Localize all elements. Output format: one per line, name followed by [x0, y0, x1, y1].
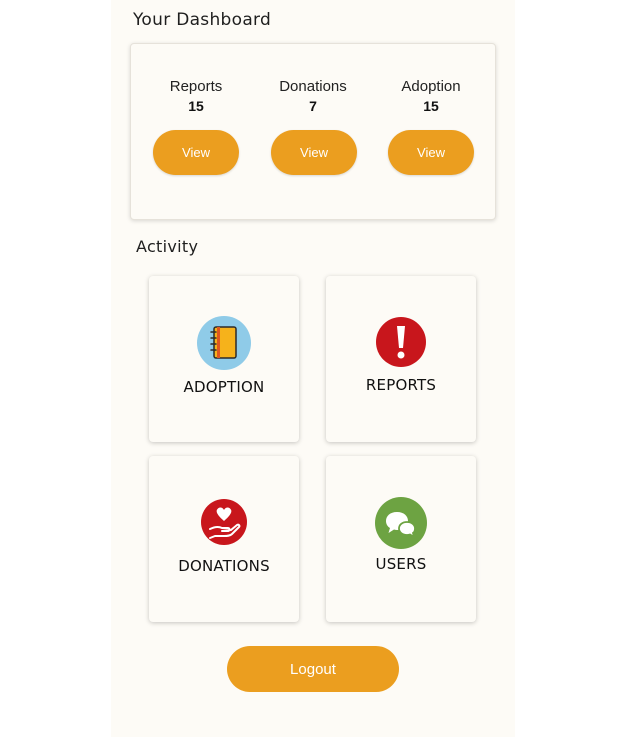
tile-label: DONATIONS [178, 557, 270, 575]
view-adoption-button[interactable]: View [388, 130, 474, 175]
dashboard-title: Your Dashboard [133, 10, 272, 30]
tile-label: ADOPTION [183, 378, 265, 396]
stat-label: Adoption [401, 78, 461, 95]
stat-adoption: Adoption 15 [376, 78, 486, 114]
stat-label: Donations [279, 78, 347, 95]
stat-donations: Donations 7 [258, 78, 368, 114]
notebook-icon [197, 316, 251, 370]
tile-adoption[interactable]: ADOPTION [149, 276, 299, 442]
exclamation-icon [376, 317, 426, 367]
stat-label: Reports [169, 78, 223, 95]
chat-bubbles-icon [375, 497, 427, 549]
view-reports-button[interactable]: View [153, 130, 239, 175]
tile-label: REPORTS [365, 376, 437, 394]
view-donations-button[interactable]: View [271, 130, 357, 175]
tile-donations[interactable]: DONATIONS [149, 456, 299, 622]
stat-value: 15 [188, 98, 204, 114]
stat-value: 7 [309, 98, 317, 114]
stat-value: 15 [423, 98, 439, 114]
summary-card: Reports 15 View Donations 7 View Adoptio… [130, 43, 496, 220]
tile-label: USERS [375, 555, 427, 573]
heart-hand-icon [201, 499, 247, 545]
tile-users[interactable]: USERS [326, 456, 476, 622]
tile-reports[interactable]: REPORTS [326, 276, 476, 442]
activity-title: Activity [136, 237, 199, 256]
stat-reports: Reports 15 [141, 78, 251, 114]
logout-button[interactable]: Logout [227, 646, 399, 692]
app-container: Your Dashboard Reports 15 View Donations… [111, 0, 515, 737]
